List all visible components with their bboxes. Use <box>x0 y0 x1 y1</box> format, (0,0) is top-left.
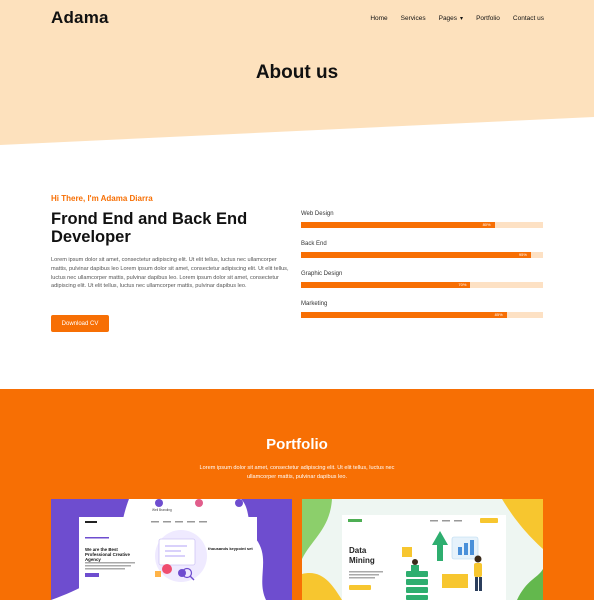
skill-web-design: Web Design 80% <box>301 211 543 228</box>
portfolio-section: Portfolio Lorem ipsum dolor sit amet, co… <box>0 389 594 600</box>
nav-home-label: Home <box>370 15 388 22</box>
nav-pages[interactable]: Pages ▾ <box>439 15 463 22</box>
nav-home[interactable]: Home <box>370 15 387 22</box>
nav-contact[interactable]: Contact us <box>513 15 544 22</box>
skill-track: 85% <box>301 312 543 318</box>
agency-heading: We are the Best Professional Creative Ag… <box>85 547 130 563</box>
portfolio-title: Portfolio <box>266 436 328 453</box>
about-section: Hi There, I'm Adama Diarra Frond End and… <box>0 145 594 389</box>
hero-section: Adama Home Services Pages ▾ Portfolio Con… <box>0 0 594 145</box>
skill-back-end: Back End 95% <box>301 241 543 258</box>
agency-subheading: thousands keypoint set <box>208 546 253 551</box>
greeting: Hi There, I'm Adama Diarra <box>51 194 153 203</box>
skill-label: Marketing <box>301 301 328 307</box>
nav-contact-label: Contact us <box>512 15 544 22</box>
headline: Frond End and Back End Developer <box>51 210 248 246</box>
nav-services-label: Services <box>400 15 426 22</box>
skill-label: Graphic Design <box>301 271 343 277</box>
nav-portfolio[interactable]: Portfolio <box>476 15 500 22</box>
data-mining-heading: Data Mining <box>349 546 375 565</box>
portfolio-item-data-mining[interactable]: Data Mining <box>302 499 543 600</box>
portfolio-item-agency[interactable]: Well Branding We are the Best Profession… <box>51 499 292 600</box>
main-nav: Home Services Pages ▾ Portfolio Contact u… <box>357 15 544 22</box>
skill-marketing: Marketing 85% <box>301 301 543 318</box>
brand-logo[interactable]: Adama <box>51 8 109 28</box>
skill-graphic-design: Graphic Design 70% <box>301 271 543 288</box>
skill-track: 70% <box>301 282 543 288</box>
skill-label: Back End <box>301 241 327 247</box>
page-title: About us <box>255 62 339 83</box>
about-paragraph: Lorem ipsum dolor sit amet, consectetur … <box>51 257 289 290</box>
skill-track: 95% <box>301 252 543 258</box>
download-cv-button[interactable]: Download CV <box>51 315 109 332</box>
data-mining-mockup-image <box>302 499 543 600</box>
skill-fill: 80% <box>301 222 495 228</box>
skill-percent: 85% <box>494 312 503 317</box>
portfolio-description: Lorem ipsum dolor sit amet, consectetur … <box>199 465 395 480</box>
nav-pages-label: Pages <box>438 15 458 22</box>
skill-percent: 70% <box>458 282 467 287</box>
feature-label: Well Branding <box>152 508 172 512</box>
skill-percent: 80% <box>482 222 491 227</box>
skill-fill: 85% <box>301 312 507 318</box>
skill-fill: 95% <box>301 252 531 258</box>
chevron-down-icon: ▾ <box>460 16 464 22</box>
skill-track: 80% <box>301 222 543 228</box>
skill-percent: 95% <box>518 252 527 257</box>
nav-portfolio-label: Portfolio <box>476 15 500 22</box>
skill-label: Web Design <box>301 211 334 217</box>
nav-services[interactable]: Services <box>401 15 426 22</box>
skill-fill: 70% <box>301 282 471 288</box>
